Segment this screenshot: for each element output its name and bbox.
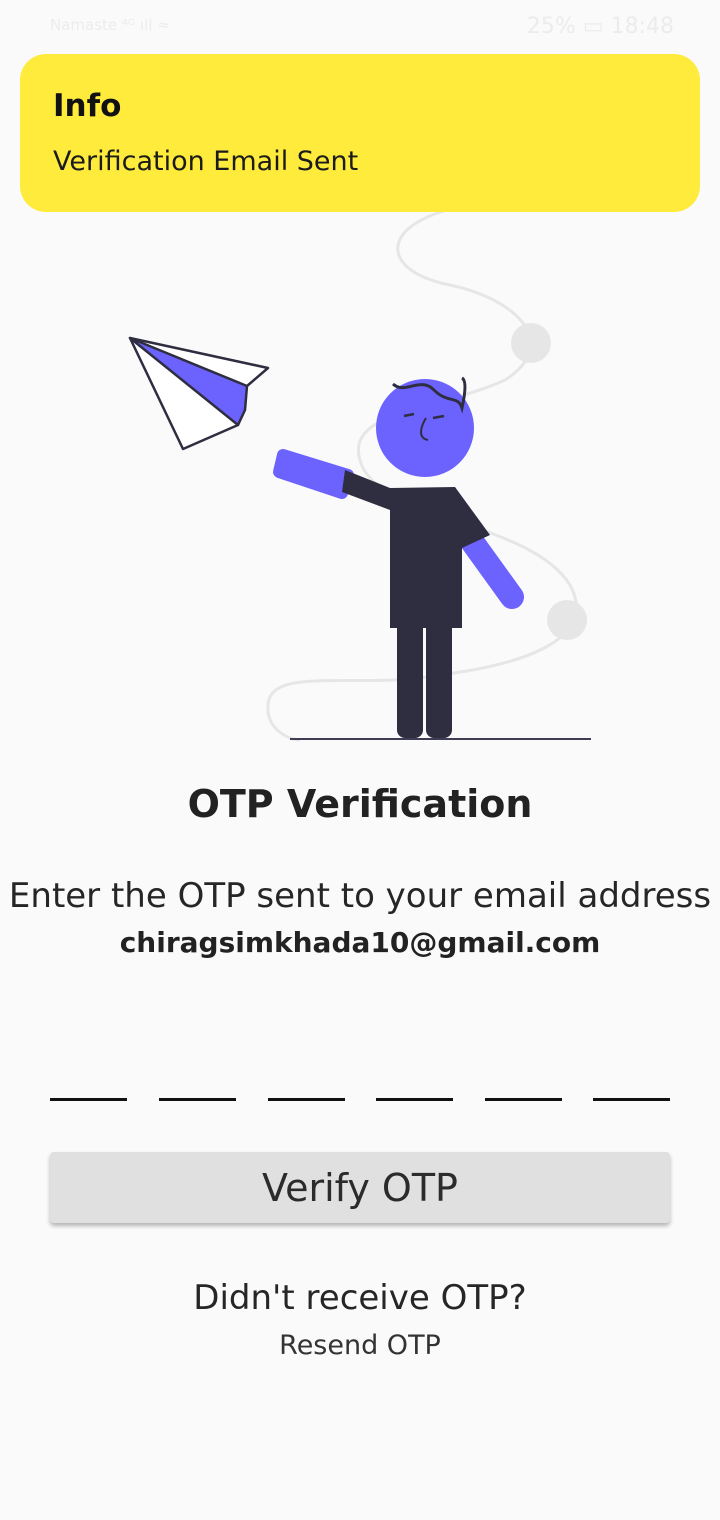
otp-instruction: Enter the OTP sent to your email address bbox=[8, 876, 712, 916]
resend-otp-link[interactable]: Resend OTP bbox=[0, 1330, 720, 1361]
otp-digit-1[interactable] bbox=[50, 1040, 127, 1101]
email-address: chiragsimkhada10@gmail.com bbox=[119, 926, 601, 959]
verify-otp-button[interactable]: Verify OTP bbox=[50, 1152, 670, 1223]
otp-digit-6[interactable] bbox=[593, 1040, 670, 1101]
info-toast[interactable]: Info Verification Email Sent bbox=[20, 54, 700, 212]
otp-digit-3[interactable] bbox=[268, 1040, 345, 1101]
paper-plane-icon bbox=[128, 336, 270, 451]
otp-input-row bbox=[50, 1040, 670, 1101]
didnt-receive-text: Didn't receive OTP? bbox=[193, 1278, 527, 1318]
toast-message: Verification Email Sent bbox=[53, 146, 359, 177]
path-dot-lower bbox=[547, 600, 587, 640]
otp-digit-5[interactable] bbox=[485, 1040, 562, 1101]
page-title: OTP Verification bbox=[187, 782, 533, 826]
path-dot-upper bbox=[511, 323, 551, 363]
otp-digit-2[interactable] bbox=[159, 1040, 236, 1101]
otp-digit-4[interactable] bbox=[376, 1040, 453, 1101]
toast-title: Info bbox=[53, 88, 122, 124]
